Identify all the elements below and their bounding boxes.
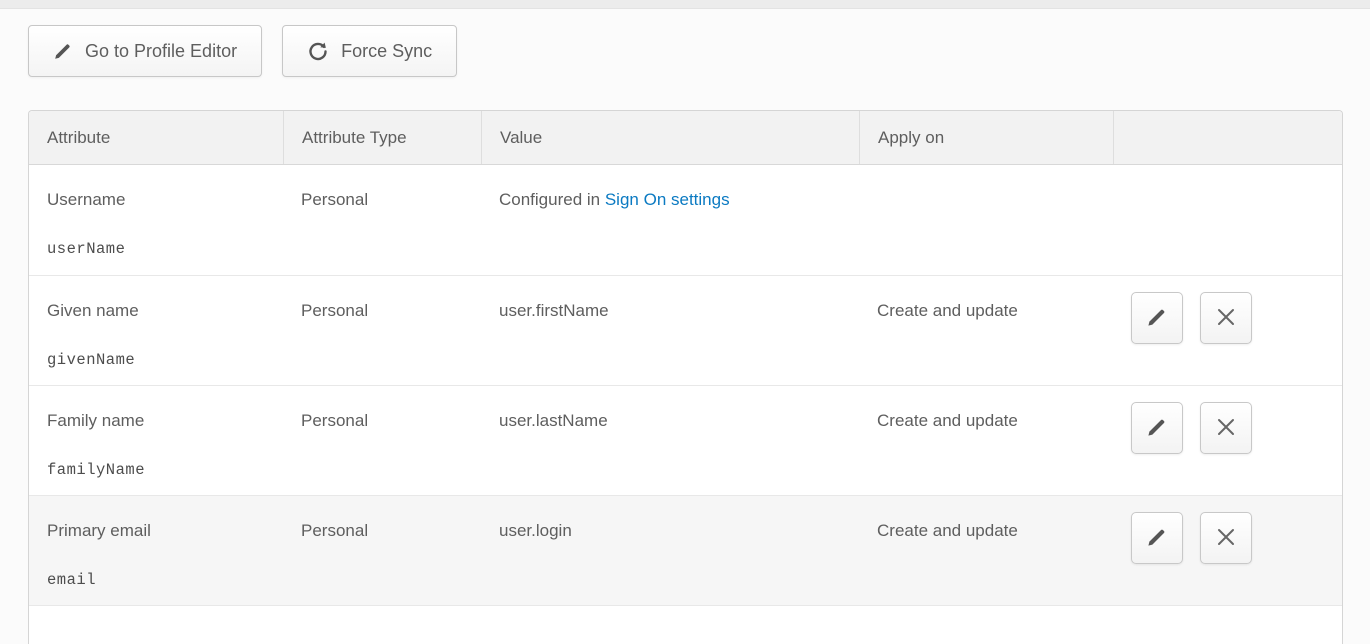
attribute-variable-name: familyName bbox=[47, 459, 273, 481]
pencil-icon bbox=[53, 41, 73, 61]
attribute-variable-name: givenName bbox=[47, 349, 273, 371]
table-row: Primary email email Personal user.login … bbox=[29, 495, 1342, 605]
attribute-type-cell: Personal bbox=[283, 165, 481, 275]
pencil-icon bbox=[1146, 416, 1168, 441]
attribute-label: Primary email bbox=[47, 520, 273, 542]
delete-attribute-button[interactable] bbox=[1200, 512, 1252, 564]
edit-attribute-button[interactable] bbox=[1131, 512, 1183, 564]
column-header-apply-on: Apply on bbox=[859, 111, 1113, 164]
force-sync-button[interactable]: Force Sync bbox=[282, 25, 457, 77]
actions-cell bbox=[1113, 276, 1342, 385]
close-icon bbox=[1216, 527, 1236, 550]
pencil-icon bbox=[1146, 526, 1168, 551]
pencil-icon bbox=[1146, 306, 1168, 331]
value-prefix-text: Configured in bbox=[499, 190, 605, 209]
actions-cell bbox=[1113, 496, 1342, 605]
attribute-cell: Primary email email bbox=[29, 496, 283, 605]
column-header-attribute-type: Attribute Type bbox=[283, 111, 481, 164]
delete-attribute-button[interactable] bbox=[1200, 292, 1252, 344]
table-header-row: Attribute Attribute Type Value Apply on bbox=[29, 111, 1342, 165]
table-row-partial bbox=[29, 605, 1342, 644]
column-header-value: Value bbox=[481, 111, 859, 164]
attribute-label: Given name bbox=[47, 300, 273, 322]
value-cell: user.login bbox=[481, 496, 859, 605]
attribute-cell: Family name familyName bbox=[29, 386, 283, 495]
force-sync-label: Force Sync bbox=[341, 41, 432, 62]
sign-on-settings-link[interactable]: Sign On settings bbox=[605, 190, 730, 209]
table-row: Family name familyName Personal user.las… bbox=[29, 385, 1342, 495]
apply-on-cell: Create and update bbox=[859, 276, 1113, 385]
table-row: Given name givenName Personal user.first… bbox=[29, 275, 1342, 385]
apply-on-cell: Create and update bbox=[859, 496, 1113, 605]
value-cell: Configured in Sign On settings bbox=[481, 165, 859, 275]
actions-cell bbox=[1113, 386, 1342, 495]
close-icon bbox=[1216, 307, 1236, 330]
value-cell: user.firstName bbox=[481, 276, 859, 385]
toolbar: Go to Profile Editor Force Sync bbox=[28, 25, 457, 77]
close-icon bbox=[1216, 417, 1236, 440]
apply-on-cell bbox=[859, 165, 1113, 275]
attribute-variable-name: userName bbox=[47, 238, 273, 260]
attribute-variable-name: email bbox=[47, 569, 273, 591]
delete-attribute-button[interactable] bbox=[1200, 402, 1252, 454]
attribute-cell: Username userName bbox=[29, 165, 283, 275]
attribute-type-cell: Personal bbox=[283, 276, 481, 385]
page-top-band bbox=[0, 0, 1370, 9]
attribute-label: Family name bbox=[47, 410, 273, 432]
attribute-label: Username bbox=[47, 189, 273, 211]
table-row: Username userName Personal Configured in… bbox=[29, 165, 1342, 275]
edit-attribute-button[interactable] bbox=[1131, 402, 1183, 454]
attribute-type-cell: Personal bbox=[283, 496, 481, 605]
column-header-actions bbox=[1113, 111, 1342, 164]
go-to-profile-editor-label: Go to Profile Editor bbox=[85, 41, 237, 62]
value-cell: user.lastName bbox=[481, 386, 859, 495]
attribute-mapping-table: Attribute Attribute Type Value Apply on … bbox=[28, 110, 1343, 644]
attribute-cell: Given name givenName bbox=[29, 276, 283, 385]
refresh-icon bbox=[307, 40, 329, 62]
edit-attribute-button[interactable] bbox=[1131, 292, 1183, 344]
actions-cell bbox=[1113, 165, 1342, 275]
attribute-type-cell: Personal bbox=[283, 386, 481, 495]
apply-on-cell: Create and update bbox=[859, 386, 1113, 495]
go-to-profile-editor-button[interactable]: Go to Profile Editor bbox=[28, 25, 262, 77]
column-header-attribute: Attribute bbox=[29, 111, 283, 164]
